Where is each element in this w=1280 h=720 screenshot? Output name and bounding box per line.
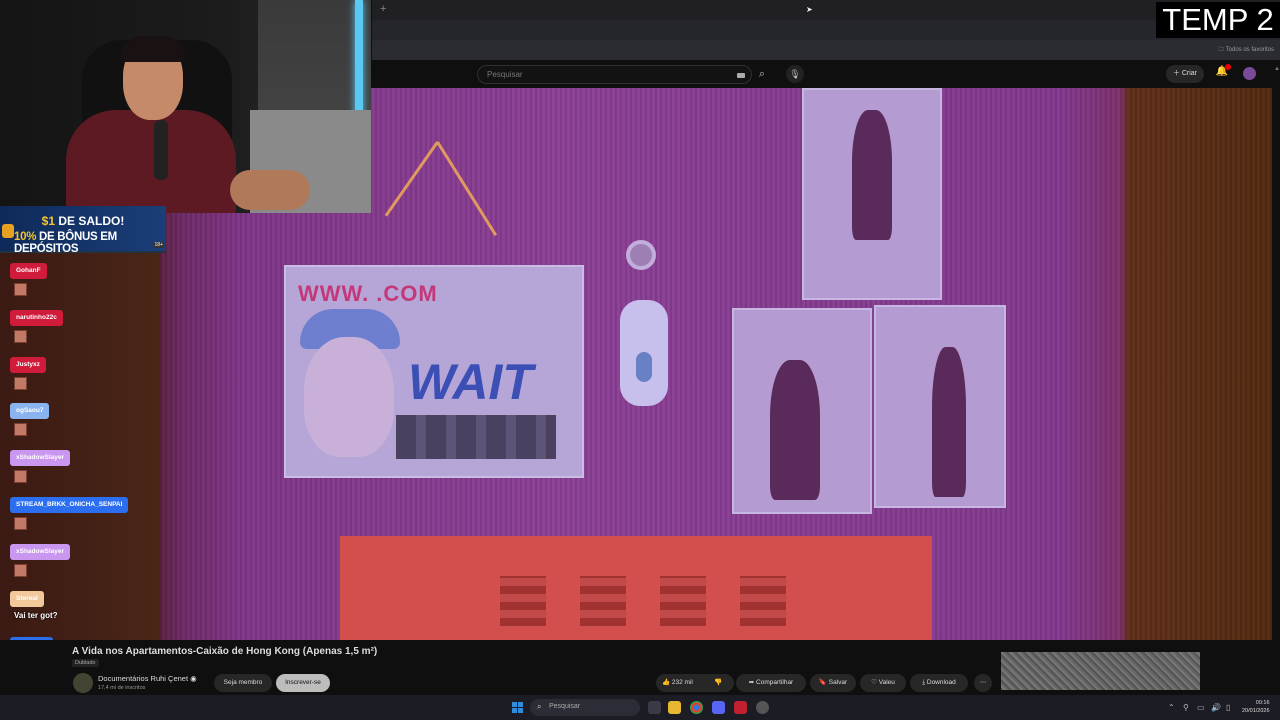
file-explorer-icon[interactable] xyxy=(668,701,681,714)
video-title: A Vida nos Apartamentos-Caixão de Hong K… xyxy=(72,646,378,657)
share-icon: ➦ xyxy=(748,679,755,686)
search-icon[interactable]: ⌕ xyxy=(752,65,772,84)
thanks-button[interactable]: ♡ Valeu xyxy=(860,674,906,692)
battery-icon[interactable]: ▯ xyxy=(1226,703,1230,712)
create-button[interactable]: ＋ Criar xyxy=(1165,65,1204,83)
chat-username[interactable]: ogSaou7 xyxy=(10,403,50,419)
all-bookmarks-button[interactable]: 🗀 Todos os favoritos xyxy=(1218,45,1274,55)
wait-sign: WWW. .COM WAIT xyxy=(284,265,584,478)
chat-username[interactable]: STREAM_BRKK_ONICHA_SENPAI xyxy=(10,497,129,513)
subscribe-button[interactable]: Inscrever-se xyxy=(276,674,330,692)
chat-username[interactable]: GohanF xyxy=(10,263,47,279)
search-icon: ⌕ xyxy=(537,702,542,711)
chat-username[interactable]: xShadowSlayer xyxy=(10,544,71,560)
chat-username[interactable]: narutinho22c xyxy=(10,310,63,326)
clock-date: 20/01/2026 xyxy=(1242,708,1270,714)
avatar[interactable] xyxy=(1243,67,1256,80)
clock-time: 00:16 xyxy=(1255,700,1270,706)
chat-emote-icon xyxy=(14,517,27,530)
clock-icon[interactable] xyxy=(756,701,769,714)
plus-icon[interactable]: + xyxy=(380,3,386,15)
chat-emote-icon xyxy=(14,377,27,390)
location-icon[interactable]: ⚲ xyxy=(1183,703,1189,712)
chrome-icon[interactable] xyxy=(690,701,703,714)
chat-emote-icon xyxy=(14,423,27,436)
discord-icon[interactable] xyxy=(712,701,725,714)
promo-banner: $1 DE SALDO! 10% DE BÔNUS EM DEPÓSITOS 1… xyxy=(0,206,166,255)
join-button[interactable]: Seja membro xyxy=(214,674,272,692)
search-input[interactable]: Pesquisar xyxy=(477,65,752,84)
chevron-up-icon[interactable]: ⌃ xyxy=(1168,703,1175,712)
mouse-cursor-icon: ➤ xyxy=(806,5,813,14)
keyboard-icon[interactable] xyxy=(737,73,745,78)
chat-emote-icon xyxy=(14,283,27,296)
windows-taskbar xyxy=(0,695,1280,720)
age-badge: 18+ xyxy=(153,242,164,248)
more-actions-icon[interactable]: ⋯ xyxy=(974,674,992,692)
promo-line-2: 10% DE BÔNUS EM DEPÓSITOS xyxy=(14,231,117,255)
bookmarks-bar: 🗀 Todos os favoritos xyxy=(372,40,1280,60)
dubbed-badge: Dublado xyxy=(72,659,99,667)
like-count: 232 mil xyxy=(671,679,693,686)
download-button[interactable]: ⤓ Download xyxy=(910,674,968,692)
chat-message-text: Vai ter got? xyxy=(14,611,58,620)
thumbs-up-icon: 👍 xyxy=(662,679,671,686)
download-icon: ⤓ xyxy=(922,679,926,686)
all-bookmarks-label: Todos os favoritos xyxy=(1225,47,1274,53)
taskbar-search-input[interactable]: ⌕ Pesquisar xyxy=(530,699,640,716)
led-strip xyxy=(355,0,363,120)
streamer-shirt xyxy=(66,110,236,213)
volume-icon[interactable]: 🔊 xyxy=(1211,703,1221,712)
like-button[interactable]: 👍 232 mil 👎 xyxy=(656,674,734,692)
save-button[interactable]: 🔖 Salvar xyxy=(810,674,856,692)
webcam-overlay xyxy=(0,0,371,213)
related-video-thumbnail[interactable] xyxy=(1001,652,1200,690)
notification-dot xyxy=(1225,64,1231,70)
taskbar-clock[interactable]: 00:16 20/01/2026 xyxy=(1242,699,1270,715)
youtube-header: Pesquisar ⌕ 🎙 ＋ Criar 🔔 xyxy=(372,60,1280,88)
search-placeholder: Pesquisar xyxy=(487,70,523,79)
task-view-icon[interactable] xyxy=(648,701,661,714)
chat-emote-icon xyxy=(14,564,27,577)
sign-wait-text: WAIT xyxy=(408,354,533,410)
thumbs-down-icon[interactable]: 👎 xyxy=(714,674,722,692)
chat-username[interactable]: Stereal xyxy=(10,591,44,607)
scroll-up-icon[interactable]: ▲ xyxy=(1274,66,1280,72)
browser-tab-bar: + xyxy=(372,0,1280,20)
microphone xyxy=(154,120,168,180)
channel-name[interactable]: Documentários Ruhi Çenet ◉ xyxy=(98,674,197,683)
chat-username[interactable]: xShadowSlayer xyxy=(10,450,71,466)
poster-right xyxy=(874,305,1006,508)
temp-overlay-label: TEMP 2 xyxy=(1156,2,1280,38)
network-icon[interactable]: ▭ xyxy=(1197,703,1205,712)
doorbell xyxy=(620,300,668,406)
browser-address-bar[interactable] xyxy=(372,20,1280,40)
app-icon[interactable] xyxy=(734,701,747,714)
red-paper-note xyxy=(340,536,932,640)
chat-username[interactable]: Justyxz xyxy=(10,357,46,373)
taskbar-search-placeholder: Pesquisar xyxy=(549,703,581,710)
sign-cartoon-face xyxy=(304,337,394,457)
promo-line-1: $1 DE SALDO! xyxy=(41,214,125,228)
create-label: Criar xyxy=(1181,70,1197,77)
subscriber-count: 17,4 mi de inscritos xyxy=(98,685,146,691)
scrollbar[interactable]: ▲ xyxy=(1272,62,1280,692)
bell-icon[interactable]: 🔔 xyxy=(1216,64,1231,77)
bookmark-icon: 🔖 xyxy=(818,679,827,686)
thanks-icon: ♡ xyxy=(871,679,877,686)
chat-emote-icon xyxy=(14,470,27,483)
poster-top xyxy=(802,88,942,300)
poster-left xyxy=(732,308,872,514)
sign-pixelated-text xyxy=(396,415,556,459)
verified-icon: ◉ xyxy=(190,674,197,683)
chat-emote-icon xyxy=(14,330,27,343)
sign-url: WWW. .COM xyxy=(298,281,438,306)
channel-avatar[interactable] xyxy=(73,673,93,693)
mic-icon[interactable]: 🎙 xyxy=(786,65,804,83)
share-button[interactable]: ➦ Compartilhar xyxy=(736,674,806,692)
door-peephole xyxy=(626,240,656,270)
windows-icon[interactable] xyxy=(512,702,523,713)
